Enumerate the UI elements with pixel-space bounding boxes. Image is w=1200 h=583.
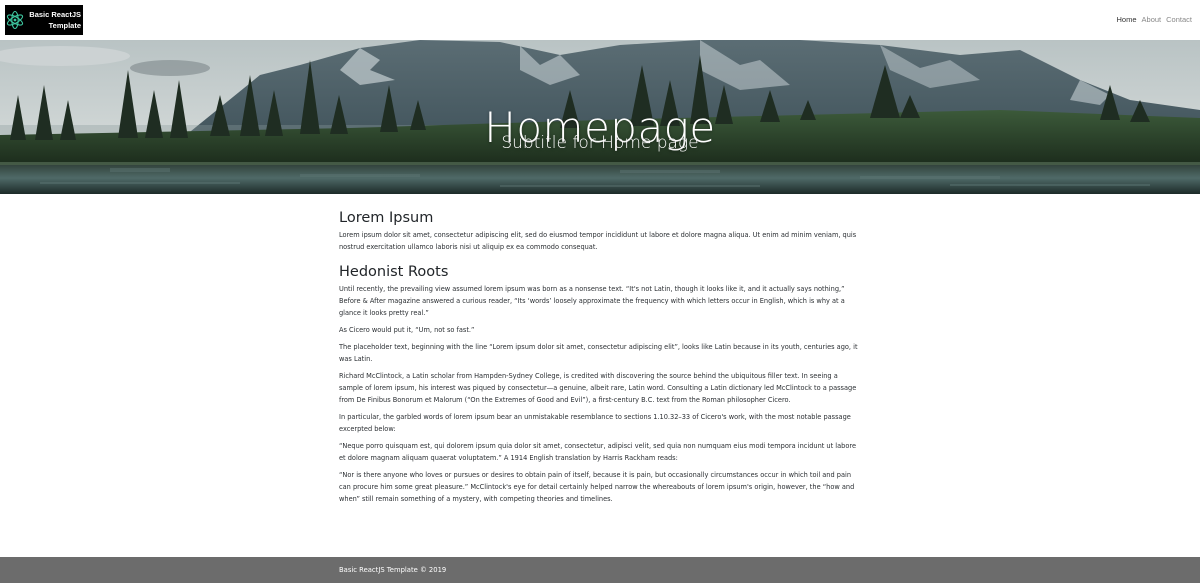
footer-copyright: Basic ReactJS Template © 2019 (339, 566, 447, 574)
hero-subtitle: Subtitle for Home page (501, 133, 699, 153)
section-lorem-ipsum: Lorem Ipsum Lorem ipsum dolor sit amet, … (339, 207, 861, 253)
section-heading: Lorem Ipsum (339, 210, 434, 226)
nav-links: Home About Contact (1117, 15, 1192, 24)
brand-logo-link[interactable]: Basic ReactJS Template (5, 5, 83, 35)
section-hedonist-roots: Hedonist Roots Until recently, the preva… (339, 261, 861, 505)
brand-line-2: Template (48, 21, 81, 30)
paragraph: “Nor is there anyone who loves or pursue… (339, 471, 855, 503)
main-content: Lorem Ipsum Lorem ipsum dolor sit amet, … (339, 207, 861, 510)
nav-link-about[interactable]: About (1142, 15, 1162, 24)
paragraph: “Neque porro quisquam est, qui dolorem i… (339, 442, 857, 462)
nav-link-contact[interactable]: Contact (1166, 15, 1192, 24)
footer: Basic ReactJS Template © 2019 (0, 557, 1200, 583)
paragraph: Until recently, the prevailing view assu… (339, 285, 845, 317)
paragraph: Lorem ipsum dolor sit amet, consectetur … (339, 231, 857, 251)
navbar: Basic ReactJS Template Home About Contac… (0, 0, 1200, 40)
paragraph: Richard McClintock, a Latin scholar from… (339, 372, 857, 404)
hero-banner: Homepage Subtitle for Home page (0, 40, 1200, 194)
paragraph: In particular, the garbled words of lore… (339, 413, 851, 433)
react-logo-icon (6, 10, 24, 30)
nav-link-home[interactable]: Home (1117, 15, 1137, 24)
paragraph: The placeholder text, beginning with the… (339, 343, 858, 363)
section-heading: Hedonist Roots (339, 264, 449, 280)
brand-line-1: Basic ReactJS (29, 10, 81, 19)
brand-name: Basic ReactJS Template (25, 9, 81, 31)
paragraph: As Cicero would put it, “Um, not so fast… (339, 326, 475, 334)
